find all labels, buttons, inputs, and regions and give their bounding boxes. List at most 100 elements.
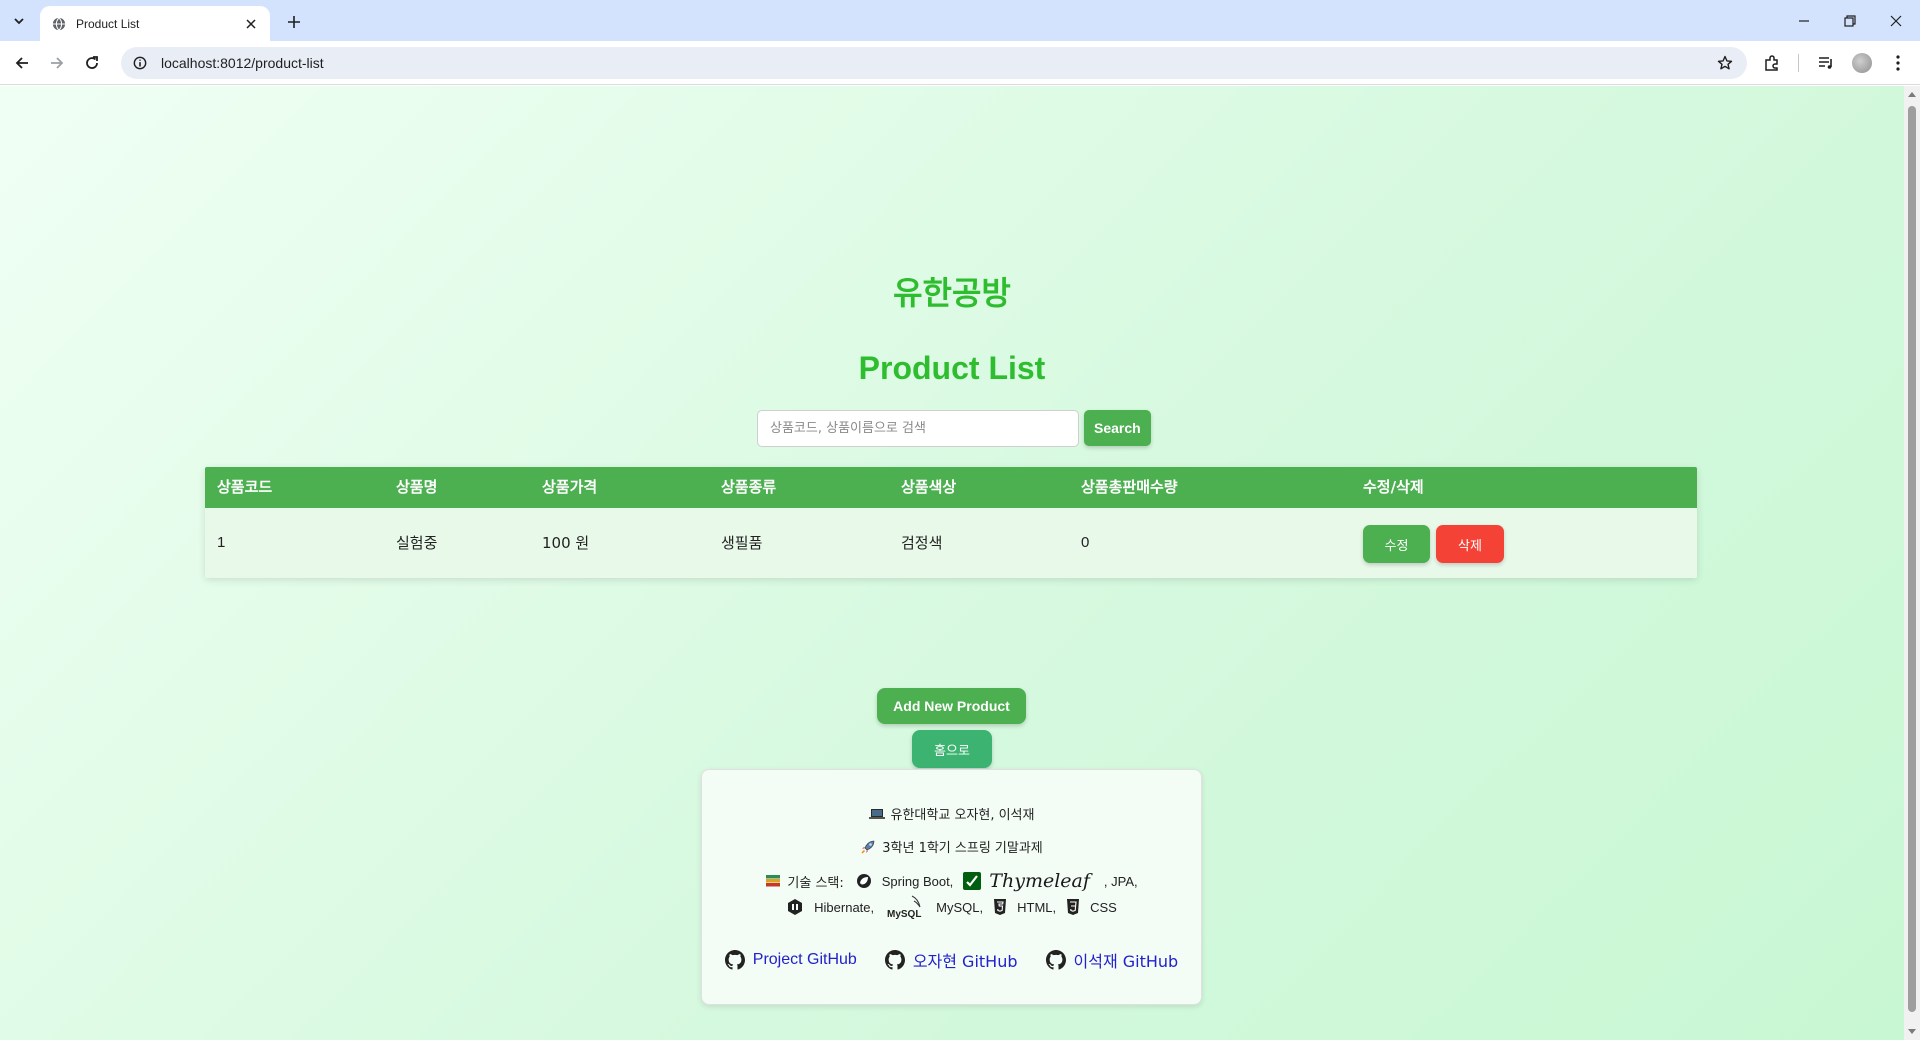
url-text: localhost:8012/product-list <box>161 55 324 71</box>
globe-icon <box>52 17 66 30</box>
table-row: 1 실험중 100 원 생필품 검정색 0 수정 삭제 <box>205 508 1697 578</box>
tech-spring-boot: Spring Boot, <box>881 873 954 889</box>
mysql-logo-text: MySQL <box>887 909 921 920</box>
column-header-name: 상품명 <box>396 478 438 496</box>
column-header-code: 상품코드 <box>217 478 273 496</box>
browser-toolbar: localhost:8012/product-list <box>0 41 1920 85</box>
star-icon <box>1717 55 1733 70</box>
cell-name: 실험중 <box>396 534 438 552</box>
extensions-button[interactable] <box>1758 49 1786 77</box>
close-tab-button[interactable] <box>242 15 260 33</box>
address-bar[interactable]: localhost:8012/product-list <box>121 47 1747 79</box>
tab-title: Product List <box>76 16 140 31</box>
column-header-sold: 상품총판매수량 <box>1081 478 1178 496</box>
books-icon <box>765 874 781 888</box>
minimize-icon <box>1799 19 1809 22</box>
menu-icon <box>1896 55 1900 71</box>
ohjahyun-github-link[interactable]: 오자현 GitHub <box>884 948 1018 972</box>
profile-button[interactable] <box>1848 49 1876 77</box>
column-header-actions: 수정/삭제 <box>1363 478 1424 496</box>
project-github-link[interactable]: Project GitHub <box>724 948 857 972</box>
home-button[interactable]: 홈으로 <box>912 730 992 768</box>
info-icon[interactable] <box>133 56 147 70</box>
new-tab-button[interactable] <box>281 9 307 35</box>
restore-icon <box>1844 14 1856 27</box>
chevron-down-icon <box>14 18 24 25</box>
tech-html: HTML, <box>1017 899 1057 915</box>
scroll-up-arrow[interactable] <box>1908 92 1916 97</box>
column-header-color: 상품색상 <box>901 478 957 496</box>
scrollbar-thumb[interactable] <box>1908 106 1916 1012</box>
leeseokjae-github-label: 이석재 GitHub <box>1073 952 1179 971</box>
thymeleaf-icon <box>963 872 982 890</box>
search-input[interactable] <box>757 410 1079 447</box>
laptop-icon <box>868 807 885 821</box>
back-button[interactable] <box>6 47 38 79</box>
plus-icon <box>288 16 300 28</box>
close-icon <box>1890 15 1902 26</box>
back-icon <box>15 57 28 69</box>
cell-type: 생필품 <box>721 534 763 552</box>
github-links: Project GitHub 오자현 GitHub 이석재 GitHub <box>702 948 1201 972</box>
tech-jpa: , JPA, <box>1103 873 1138 889</box>
browser-tab-active[interactable]: Product List <box>40 6 270 41</box>
github-icon <box>884 950 905 970</box>
footer-project-line: 3학년 1학기 스프링 기말과제 <box>702 837 1201 856</box>
scroll-down-arrow[interactable] <box>1908 1029 1916 1034</box>
footer-stack-line-2: Hibernate, MySQL MySQL, HTML, CSS <box>702 894 1201 920</box>
html5-icon <box>993 898 1007 916</box>
rocket-icon <box>860 839 876 855</box>
reload-icon <box>86 56 98 69</box>
toolbar-separator <box>1798 54 1799 72</box>
shop-name: 유한공방 <box>893 274 1011 312</box>
media-control-button[interactable] <box>1812 49 1840 77</box>
cell-code: 1 <box>217 534 226 551</box>
tech-hibernate: Hibernate, <box>814 899 875 915</box>
reload-button[interactable] <box>76 47 108 79</box>
page-scrollbar[interactable] <box>1904 86 1920 1040</box>
forward-button[interactable] <box>41 47 73 79</box>
browser-menu-button[interactable] <box>1884 49 1912 77</box>
footer-card: 유한대학교 오자현, 이석재 3학년 1학기 스프링 기말과제 기술 스택: S… <box>701 769 1202 1005</box>
close-icon <box>246 18 256 29</box>
close-window-button[interactable] <box>1873 0 1919 41</box>
footer-authors: 유한대학교 오자현, 이석재 <box>890 808 1035 823</box>
footer-authors-line: 유한대학교 오자현, 이석재 <box>702 804 1201 823</box>
tab-strip: Product List <box>0 0 1920 41</box>
github-icon <box>724 950 745 970</box>
css3-icon <box>1066 898 1080 916</box>
project-github-label: Project GitHub <box>752 951 857 968</box>
table-header-row: 상품코드 상품명 상품가격 상품종류 상품색상 상품총판매수량 수정/삭제 <box>205 467 1697 508</box>
github-icon <box>1045 950 1066 970</box>
search-button[interactable]: Search <box>1084 410 1151 446</box>
spring-icon <box>856 873 872 889</box>
cell-price: 100 원 <box>542 534 590 552</box>
cell-sold: 0 <box>1081 534 1090 551</box>
minimize-button[interactable] <box>1781 0 1827 41</box>
column-header-price: 상품가격 <box>542 478 598 496</box>
edit-button[interactable]: 수정 <box>1363 525 1430 563</box>
tech-stack-label: 기술 스택: <box>787 875 844 891</box>
media-icon <box>1819 57 1832 69</box>
column-header-type: 상품종류 <box>721 478 777 496</box>
tech-thymeleaf: Thymeleaf <box>989 870 1090 892</box>
leeseokjae-github-link[interactable]: 이석재 GitHub <box>1045 948 1179 972</box>
tech-css: CSS <box>1090 899 1117 915</box>
hibernate-icon <box>786 898 804 916</box>
footer-project: 3학년 1학기 스프링 기말과제 <box>882 841 1043 856</box>
tab-search-button[interactable] <box>6 8 32 34</box>
page-viewport: 유한공방 Product List Search 상품코드 상품명 상품가격 상… <box>0 86 1904 1040</box>
product-table: 상품코드 상품명 상품가격 상품종류 상품색상 상품총판매수량 수정/삭제 1 … <box>205 467 1697 578</box>
footer-stack-line-1: 기술 스택: Spring Boot, Thymeleaf , JPA, <box>702 870 1201 892</box>
tech-mysql: MySQL, <box>936 899 984 915</box>
restore-button[interactable] <box>1827 0 1873 41</box>
add-new-product-button[interactable]: Add New Product <box>877 688 1026 724</box>
profile-avatar <box>1852 53 1872 73</box>
page-title: Product List <box>858 350 1046 386</box>
search-form: Search <box>757 410 1151 448</box>
forward-icon <box>51 57 64 69</box>
mysql-icon: MySQL <box>886 894 926 920</box>
extensions-icon <box>1765 55 1778 71</box>
bookmark-button[interactable] <box>1715 53 1735 73</box>
delete-button[interactable]: 삭제 <box>1436 525 1504 563</box>
